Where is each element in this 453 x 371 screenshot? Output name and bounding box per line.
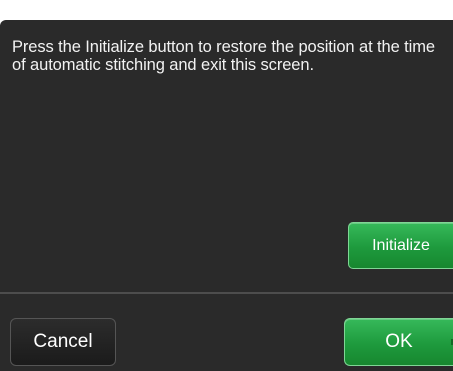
ok-button[interactable]: OK	[344, 318, 453, 366]
ok-button-label: OK	[385, 331, 413, 352]
initialize-dialog: Press the Initialize button to restore t…	[0, 20, 453, 371]
screen-frame: Press the Initialize button to restore t…	[0, 0, 453, 371]
initialize-button-label: Initialize	[372, 236, 430, 254]
cancel-button-label: Cancel	[33, 331, 93, 352]
dialog-message: Press the Initialize button to restore t…	[12, 38, 435, 74]
dialog-divider	[0, 292, 453, 294]
initialize-button[interactable]: Initialize	[348, 222, 453, 269]
cancel-button[interactable]: Cancel	[10, 318, 116, 366]
